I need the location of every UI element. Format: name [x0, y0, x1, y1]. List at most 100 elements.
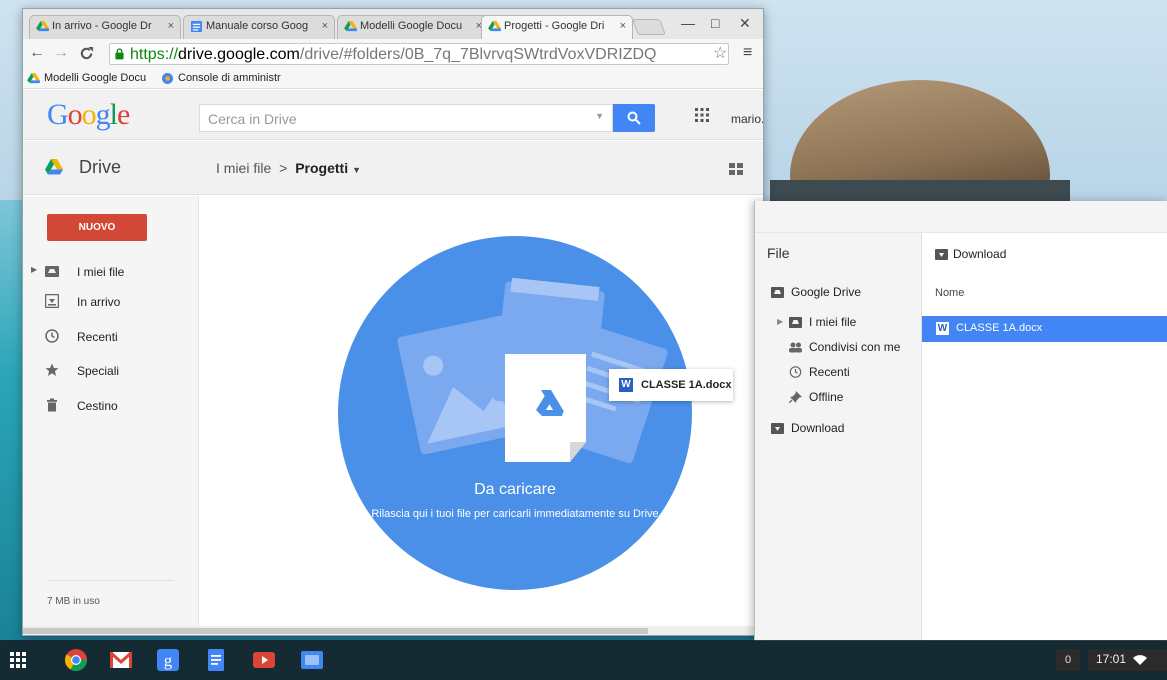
drop-zone-subtitle: Rilascia qui i tuoi file per caricarli i… [371, 508, 659, 520]
expand-icon[interactable]: ▶ [777, 317, 783, 326]
lock-icon [115, 48, 124, 60]
files-nav-google-drive[interactable]: Google Drive [771, 285, 861, 299]
tab-label: In arrivo - Google Dr [52, 20, 152, 32]
star-icon [45, 363, 59, 376]
status-tray[interactable]: 17:01 [1088, 649, 1167, 671]
apps-grid-icon[interactable] [695, 108, 709, 122]
address-bar[interactable]: https://drive.google.com/drive/#folders/… [109, 43, 729, 65]
tab-templates[interactable]: Modelli Google Docu × [337, 15, 489, 39]
app-launcher-icon[interactable] [10, 652, 26, 668]
google-plus-icon[interactable]: g [157, 649, 179, 671]
breadcrumb: I miei file > Progetti ▼ [216, 160, 361, 176]
chevron-down-icon[interactable]: ▼ [352, 165, 361, 175]
scrollbar-thumb[interactable] [23, 628, 648, 634]
user-account[interactable]: mario. [731, 112, 763, 126]
horizontal-scrollbar[interactable] [23, 626, 763, 635]
forward-icon[interactable]: → [53, 44, 69, 62]
tab-inbox[interactable]: In arrivo - Google Dr × [29, 15, 181, 39]
admin-icon [162, 73, 173, 84]
shared-icon [789, 342, 802, 353]
files-nav-label: Condivisi con me [809, 340, 901, 354]
bookmarks-bar: Modelli Google Docu Console di amministr [23, 69, 763, 89]
drive-icon [36, 21, 49, 32]
sidebar-item-my-files[interactable]: ▶ I miei file [23, 258, 199, 288]
current-folder: Download [935, 247, 1006, 261]
tab-close-icon[interactable]: × [168, 20, 174, 32]
chrome-icon[interactable] [65, 649, 87, 671]
bookmark-label: Modelli Google Docu [44, 72, 147, 84]
trash-icon [47, 398, 57, 412]
youtube-icon[interactable] [253, 649, 275, 671]
sidebar-item-trash[interactable]: Cestino [23, 392, 199, 422]
notification-count[interactable]: 0 [1056, 649, 1080, 671]
pin-icon [789, 391, 802, 403]
browser-toolbar: ← → https://drive.google.com/drive/#fold… [23, 39, 763, 69]
new-tab-button[interactable] [632, 19, 666, 35]
bookmark-admin-console[interactable]: Console di amministr [161, 72, 281, 84]
bookmark-star-icon[interactable]: ☆ [713, 43, 727, 63]
files-nav-label: Offline [809, 390, 844, 404]
new-button[interactable]: NUOVO [47, 214, 147, 241]
files-nav-recent[interactable]: Recenti [789, 365, 850, 379]
divider [47, 580, 173, 581]
files-nav-offline[interactable]: Offline [789, 390, 843, 404]
gmail-icon[interactable] [110, 649, 132, 671]
files-sidebar: File Google Drive ▶ I miei file Condivis… [755, 233, 922, 641]
breadcrumb-current[interactable]: Progetti [295, 160, 348, 176]
dragged-file-name: CLASSE 1A.docx [641, 379, 732, 391]
sidebar-item-incoming[interactable]: In arrivo [23, 288, 199, 318]
files-nav-my-files[interactable]: ▶ I miei file [777, 315, 857, 329]
breadcrumb-separator: > [279, 160, 288, 176]
sidebar-item-label: Recenti [77, 330, 118, 344]
expand-icon[interactable]: ▶ [31, 265, 37, 274]
files-nav-shared[interactable]: Condivisi con me [789, 340, 900, 354]
sidebar-item-recent[interactable]: Recenti [23, 323, 199, 353]
my-drive-icon [789, 317, 802, 328]
tab-close-icon[interactable]: × [620, 20, 626, 32]
grid-view-icon[interactable] [729, 163, 743, 175]
files-nav-download[interactable]: Download [771, 421, 844, 435]
svg-text:g: g [164, 651, 173, 670]
drive-icon [344, 21, 357, 32]
files-nav-label: Google Drive [791, 285, 862, 299]
sidebar-item-label: Speciali [77, 364, 120, 378]
files-app-window: File Google Drive ▶ I miei file Condivis… [754, 201, 1167, 641]
sidebar-item-starred[interactable]: Speciali [23, 357, 199, 387]
minimize-icon[interactable]: — [681, 15, 695, 31]
dragged-file[interactable]: W CLASSE 1A.docx [609, 369, 733, 401]
drive-folder-icon [771, 287, 784, 298]
tab-projects[interactable]: Progetti - Google Dri × [481, 15, 633, 39]
search-options-icon[interactable]: ▼ [595, 111, 604, 121]
drive-subheader: Drive I miei file > Progetti ▼ [23, 141, 763, 195]
column-header-name[interactable]: Nome [935, 287, 964, 299]
docs-icon [191, 21, 202, 32]
docs-icon[interactable] [205, 649, 227, 671]
file-name: CLASSE 1A.docx [956, 322, 1043, 334]
drive-icon [488, 21, 501, 32]
back-icon[interactable]: ← [29, 44, 45, 62]
google-logo[interactable]: Google [47, 98, 130, 132]
files-icon[interactable] [301, 649, 323, 671]
drive-app-title[interactable]: Drive [79, 157, 121, 178]
incoming-icon [45, 294, 59, 308]
reload-icon[interactable] [79, 46, 94, 61]
tab-close-icon[interactable]: × [322, 20, 328, 32]
files-nav-label: I miei file [809, 315, 857, 329]
maximize-icon[interactable]: □ [711, 15, 719, 31]
search-input[interactable]: Cerca in Drive ▼ [199, 104, 613, 132]
wifi-icon [1133, 655, 1147, 665]
bookmark-templates[interactable]: Modelli Google Docu [27, 72, 146, 84]
url-scheme: https:// [130, 46, 179, 63]
clock-icon [45, 329, 59, 343]
breadcrumb-root[interactable]: I miei file [216, 160, 271, 176]
tab-manual[interactable]: Manuale corso Goog × [183, 15, 335, 39]
close-window-icon[interactable]: ✕ [739, 15, 751, 32]
tab-label: Modelli Google Docu [360, 20, 463, 32]
bookmark-label: Console di amministr [178, 72, 281, 84]
chrome-menu-icon[interactable]: ≡ [743, 44, 752, 62]
files-nav-label: Download [791, 421, 845, 435]
clock-icon [789, 366, 802, 378]
file-row[interactable]: W CLASSE 1A.docx [922, 316, 1167, 342]
search-button[interactable] [613, 104, 655, 132]
drop-zone[interactable]: Da caricare Rilascia qui i tuoi file per… [338, 236, 692, 590]
